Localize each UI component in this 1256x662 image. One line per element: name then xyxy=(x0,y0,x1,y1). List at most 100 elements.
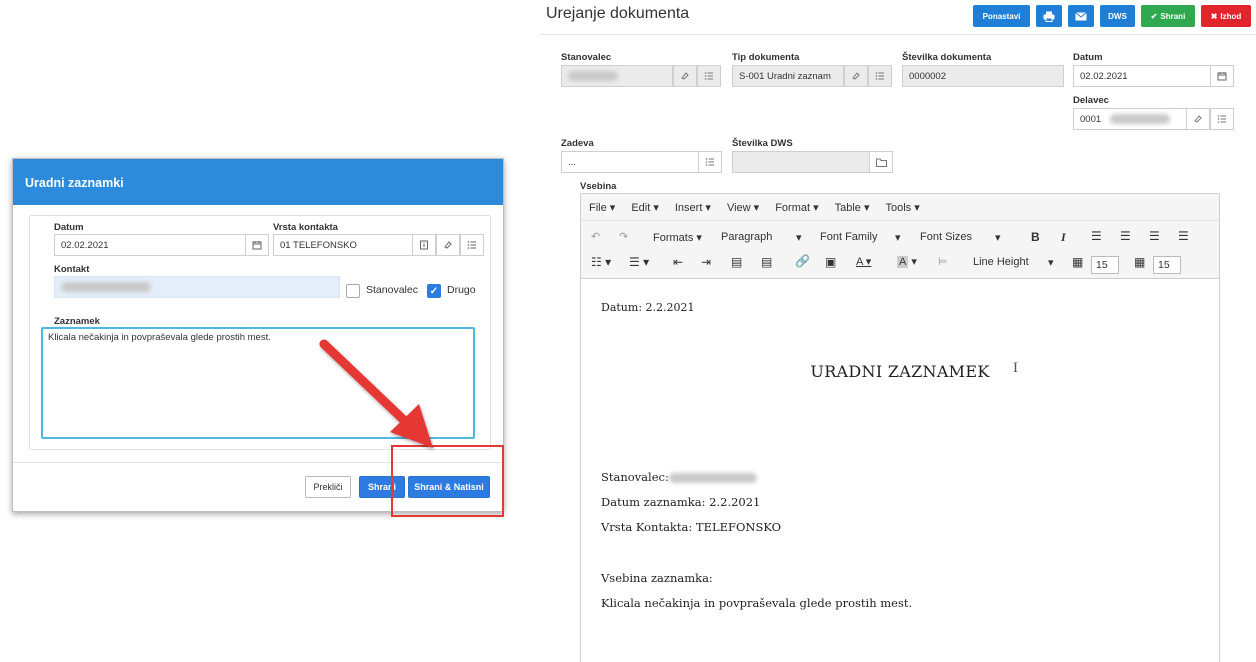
outdent-icon[interactable]: ⇤ xyxy=(673,255,683,269)
doc-vsebina-label: Vsebina zaznamka: xyxy=(601,571,713,585)
spacing-before-icon[interactable]: ▦ xyxy=(1072,255,1083,269)
zaznamek-label: Zaznamek xyxy=(54,316,100,327)
close-icon: ✖ xyxy=(1210,11,1218,21)
paragraph-dropdown[interactable]: Paragraph xyxy=(721,231,772,243)
redacted-worker xyxy=(1109,114,1170,125)
font-family-dropdown[interactable]: Font Family xyxy=(820,231,877,243)
kontakt-field[interactable] xyxy=(54,276,340,298)
menu-format[interactable]: Format ▾ xyxy=(775,201,818,214)
calendar-icon[interactable] xyxy=(1210,65,1234,87)
menu-insert[interactable]: Insert ▾ xyxy=(675,201,711,214)
bullet-list-icon[interactable]: ☷ ▾ xyxy=(591,255,611,269)
list-icon[interactable] xyxy=(698,151,722,173)
chevron-down-icon[interactable]: ▾ xyxy=(796,231,802,244)
print-button[interactable] xyxy=(1036,5,1062,27)
eraser-icon[interactable] xyxy=(1186,108,1210,130)
check-icon: ✔ xyxy=(1150,11,1158,21)
save-document-button[interactable]: ✔ Shrani xyxy=(1141,5,1195,27)
align-left-icon[interactable]: ☰ xyxy=(1091,229,1102,243)
delavec-field[interactable]: 0001 xyxy=(1073,108,1187,130)
stevilka-dws-field xyxy=(732,151,870,173)
spacing-after-icon[interactable]: ▦ xyxy=(1134,255,1145,269)
vsebina-label: Vsebina xyxy=(580,181,617,192)
line-height-dropdown[interactable]: Line Height xyxy=(973,256,1029,268)
chevron-down-icon[interactable]: ▾ xyxy=(1048,256,1054,269)
chevron-down-icon[interactable]: ▾ xyxy=(895,231,901,244)
tip-dokumenta-field[interactable]: S-001 Uradni zaznam xyxy=(732,65,844,87)
list-icon[interactable] xyxy=(697,65,721,87)
align-center-icon[interactable]: ☰ xyxy=(1120,229,1131,243)
eraser-icon[interactable] xyxy=(844,65,868,87)
hr-icon[interactable]: ⊨ xyxy=(938,255,948,268)
align-right-icon[interactable]: ☰ xyxy=(1149,229,1160,243)
drugo-checkbox-label: Drugo xyxy=(447,284,476,296)
spacing-before-input[interactable]: 15 xyxy=(1091,256,1119,274)
dws-button[interactable]: DWS xyxy=(1100,5,1135,27)
editor-content[interactable]: Datum: 2.2.2021 URADNI ZAZNAMEK I Stanov… xyxy=(581,279,1219,662)
vrsta-kontakta-label: Vrsta kontakta xyxy=(273,222,338,233)
undo-icon[interactable]: ↶ xyxy=(591,230,600,243)
align-justify-icon[interactable]: ☰ xyxy=(1178,229,1189,243)
menu-table[interactable]: Table ▾ xyxy=(835,201,870,214)
list-icon[interactable] xyxy=(1210,108,1234,130)
datum-field[interactable]: 02.02.2021 xyxy=(54,234,246,256)
text-cursor-icon: I xyxy=(1013,360,1018,376)
eraser-icon[interactable] xyxy=(436,234,460,256)
background-color-icon[interactable]: A ▾ xyxy=(897,255,917,268)
redacted-resident xyxy=(568,71,618,82)
exit-label: Izhod xyxy=(1220,11,1242,21)
stanovalec-checkbox-label: Stanovalec xyxy=(366,284,418,296)
ltr-icon[interactable]: ▤ xyxy=(731,255,742,269)
exit-button[interactable]: ✖ Izhod xyxy=(1201,5,1251,27)
drugo-checkbox[interactable]: ✓ xyxy=(427,284,441,298)
stevilka-dokumenta-label: Številka dokumenta xyxy=(902,52,992,63)
delavec-id: 0001 xyxy=(1080,114,1102,125)
vrsta-kontakta-field[interactable]: 01 TELEFONSKO xyxy=(273,234,413,256)
menu-tools[interactable]: Tools ▾ xyxy=(885,201,919,214)
datum-field[interactable]: 02.02.2021 xyxy=(1073,65,1211,87)
save-document-label: Shrani xyxy=(1160,11,1186,21)
dialog-title: Uradni zaznamki xyxy=(13,159,503,205)
info-icon[interactable] xyxy=(412,234,436,256)
reset-button[interactable]: Ponastavi xyxy=(973,5,1030,27)
zaznamek-textarea[interactable]: Klicala nečakinja in povpraševala glede … xyxy=(41,327,475,439)
list-icon[interactable] xyxy=(868,65,892,87)
kontakt-label: Kontakt xyxy=(54,264,90,275)
stanovalec-label: Stanovalec xyxy=(561,52,612,63)
spacing-after-input[interactable]: 15 xyxy=(1153,256,1181,274)
rtl-icon[interactable]: ▤ xyxy=(761,255,772,269)
formats-dropdown[interactable]: Formats ▾ xyxy=(653,231,702,244)
editor-toolbar: ↶ ↷ Formats ▾ Paragraph ▾ Font Family ▾ … xyxy=(581,221,1219,279)
delavec-label: Delavec xyxy=(1073,95,1109,106)
menu-file[interactable]: File ▾ xyxy=(589,201,615,214)
redacted-contact xyxy=(61,282,151,293)
header-divider xyxy=(540,34,1256,35)
stanovalec-field[interactable] xyxy=(561,65,673,87)
zadeva-field[interactable]: ... xyxy=(561,151,699,173)
redacted-name xyxy=(668,473,757,483)
redo-icon[interactable]: ↷ xyxy=(619,230,628,243)
email-button[interactable] xyxy=(1068,5,1094,27)
eraser-icon[interactable] xyxy=(673,65,697,87)
folder-icon[interactable] xyxy=(869,151,893,173)
font-sizes-dropdown[interactable]: Font Sizes xyxy=(920,231,972,243)
tip-dokumenta-label: Tip dokumenta xyxy=(732,52,800,63)
doc-datum-zaznamka: Datum zaznamka: 2.2.2021 xyxy=(601,495,761,509)
cancel-button[interactable]: Prekliči xyxy=(305,476,351,498)
rich-text-editor: File ▾ Edit ▾ Insert ▾ View ▾ Format ▾ T… xyxy=(580,193,1220,662)
italic-icon[interactable]: I xyxy=(1061,230,1066,245)
bold-icon[interactable]: B xyxy=(1031,230,1040,244)
calendar-icon[interactable] xyxy=(245,234,269,256)
link-icon[interactable]: 🔗 xyxy=(795,254,810,268)
menu-edit[interactable]: Edit ▾ xyxy=(631,201,659,214)
stevilka-dokumenta-field: 0000002 xyxy=(902,65,1064,87)
list-icon[interactable] xyxy=(460,234,484,256)
numbered-list-icon[interactable]: ☰ ▾ xyxy=(629,255,649,269)
text-color-icon[interactable]: A ▾ xyxy=(856,255,871,268)
image-icon[interactable]: ▣ xyxy=(825,255,836,269)
indent-icon[interactable]: ⇥ xyxy=(701,255,711,269)
doc-datum: Datum: 2.2.2021 xyxy=(601,301,695,314)
stanovalec-checkbox[interactable] xyxy=(346,284,360,298)
menu-view[interactable]: View ▾ xyxy=(727,201,759,214)
chevron-down-icon[interactable]: ▾ xyxy=(995,231,1001,244)
